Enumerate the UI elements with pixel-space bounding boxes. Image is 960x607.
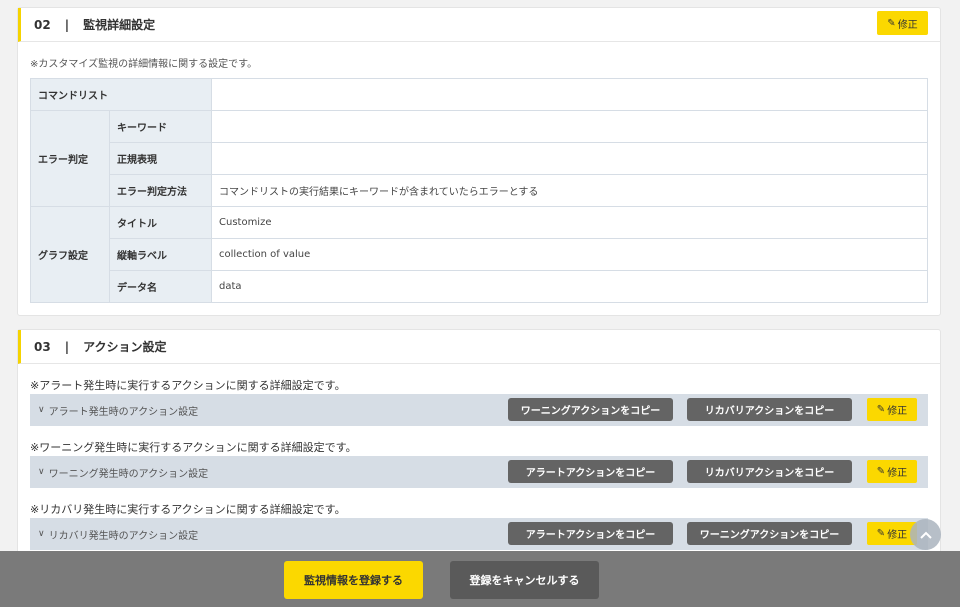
warning-action-label: ワーニング発生時のアクション設定: [48, 468, 209, 480]
copy-recovery-action-button[interactable]: リカバリアクションをコピー: [687, 398, 852, 421]
edit-label: 修正: [897, 19, 918, 31]
data-name-label: データ名: [109, 270, 212, 303]
alert-action-note: ※アラート発生時に実行するアクションに関する詳細設定です。: [30, 379, 346, 392]
table-row: 正規表現: [31, 142, 928, 175]
chevron-down-icon: ∨: [38, 467, 45, 477]
keyword-value: [211, 110, 928, 143]
graph-group-label: グラフ設定: [30, 206, 110, 303]
recovery-action-label: リカバリ発生時のアクション設定: [48, 530, 199, 542]
section-action-settings: 03 | アクション設定 ※アラート発生時に実行するアクションに関する詳細設定で…: [17, 329, 941, 565]
edit-label: 修正: [887, 468, 908, 479]
warning-action-row: ∨ ワーニング発生時のアクション設定 アラートアクションをコピー リカバリアクシ…: [30, 456, 928, 488]
chevron-down-icon: ∨: [38, 529, 45, 539]
copy-warning-action-button[interactable]: ワーニングアクションをコピー: [687, 522, 852, 545]
section-title: 監視詳細設定: [83, 18, 156, 32]
keyword-label: キーワード: [109, 110, 212, 143]
data-name-value: data: [211, 270, 928, 303]
pencil-icon: ✎: [876, 528, 886, 539]
table-row: エラー判定 キーワード: [30, 110, 928, 207]
alert-action-row: ∨ アラート発生時のアクション設定 ワーニングアクションをコピー リカバリアクシ…: [30, 394, 928, 426]
recovery-action-row: ∨ リカバリ発生時のアクション設定 アラートアクションをコピー ワーニングアクシ…: [30, 518, 928, 550]
section-separator: |: [64, 339, 70, 354]
pencil-icon: ✎: [876, 466, 886, 477]
section-number: 03: [34, 339, 51, 354]
recovery-action-note: ※リカバリ発生時に実行するアクションに関する詳細設定です。: [30, 503, 346, 516]
edit-button[interactable]: ✎ 修正: [877, 11, 928, 35]
scroll-to-top-button[interactable]: [910, 519, 941, 550]
section-note: ※カスタマイズ監視の詳細情報に関する設定です。: [30, 59, 258, 70]
detail-table: コマンドリスト エラー判定 キーワード 正規表現 エラー判定方法 コマンドリスト…: [30, 78, 928, 303]
vaxis-value: collection of value: [211, 238, 928, 271]
graph-title-value: Customize: [211, 206, 928, 239]
table-row: 縦軸ラベル collection of value: [31, 238, 928, 271]
warning-action-note: ※ワーニング発生時に実行するアクションに関する詳細設定です。: [30, 441, 357, 454]
register-monitor-button[interactable]: 監視情報を登録する: [284, 561, 423, 599]
copy-alert-action-button[interactable]: アラートアクションをコピー: [508, 460, 673, 483]
copy-alert-action-button[interactable]: アラートアクションをコピー: [508, 522, 673, 545]
copy-warning-action-button[interactable]: ワーニングアクションをコピー: [508, 398, 673, 421]
table-row: グラフ設定 タイトル Customize: [30, 206, 928, 303]
table-row: コマンドリスト: [30, 78, 928, 111]
section-separator: |: [64, 17, 70, 32]
edit-label: 修正: [887, 530, 908, 541]
copy-recovery-action-button[interactable]: リカバリアクションをコピー: [687, 460, 852, 483]
pencil-icon: ✎: [887, 17, 896, 29]
pencil-icon: ✎: [876, 404, 886, 415]
section-header: 02 | 監視詳細設定 ✎ 修正: [18, 8, 940, 42]
section-number: 02: [34, 17, 51, 32]
regex-value: [211, 142, 928, 175]
table-row: エラー判定方法 コマンドリストの実行結果にキーワードが含まれていたらエラーとする: [31, 174, 928, 207]
cancel-registration-button[interactable]: 登録をキャンセルする: [450, 561, 599, 599]
method-value: コマンドリストの実行結果にキーワードが含まれていたらエラーとする: [211, 174, 928, 207]
command-list-label: コマンドリスト: [30, 78, 212, 111]
alert-edit-button[interactable]: ✎ 修正: [867, 398, 917, 421]
alert-action-label: アラート発生時のアクション設定: [48, 406, 199, 418]
chevron-up-icon: [919, 531, 932, 539]
warning-edit-button[interactable]: ✎ 修正: [867, 460, 917, 483]
footer-bar: 監視情報を登録する 登録をキャンセルする: [0, 551, 960, 607]
section-monitor-detail: 02 | 監視詳細設定 ✎ 修正 ※カスタマイズ監視の詳細情報に関する設定です。…: [17, 7, 941, 316]
method-label: エラー判定方法: [109, 174, 212, 207]
section-title: アクション設定: [83, 340, 167, 354]
table-row: データ名 data: [31, 270, 928, 303]
regex-label: 正規表現: [109, 142, 212, 175]
graph-title-label: タイトル: [109, 206, 212, 239]
edit-label: 修正: [887, 406, 908, 417]
vaxis-label: 縦軸ラベル: [109, 238, 212, 271]
error-group-label: エラー判定: [30, 110, 110, 207]
chevron-down-icon: ∨: [38, 405, 45, 415]
section-header: 03 | アクション設定: [18, 330, 940, 364]
command-list-value: [211, 78, 928, 111]
